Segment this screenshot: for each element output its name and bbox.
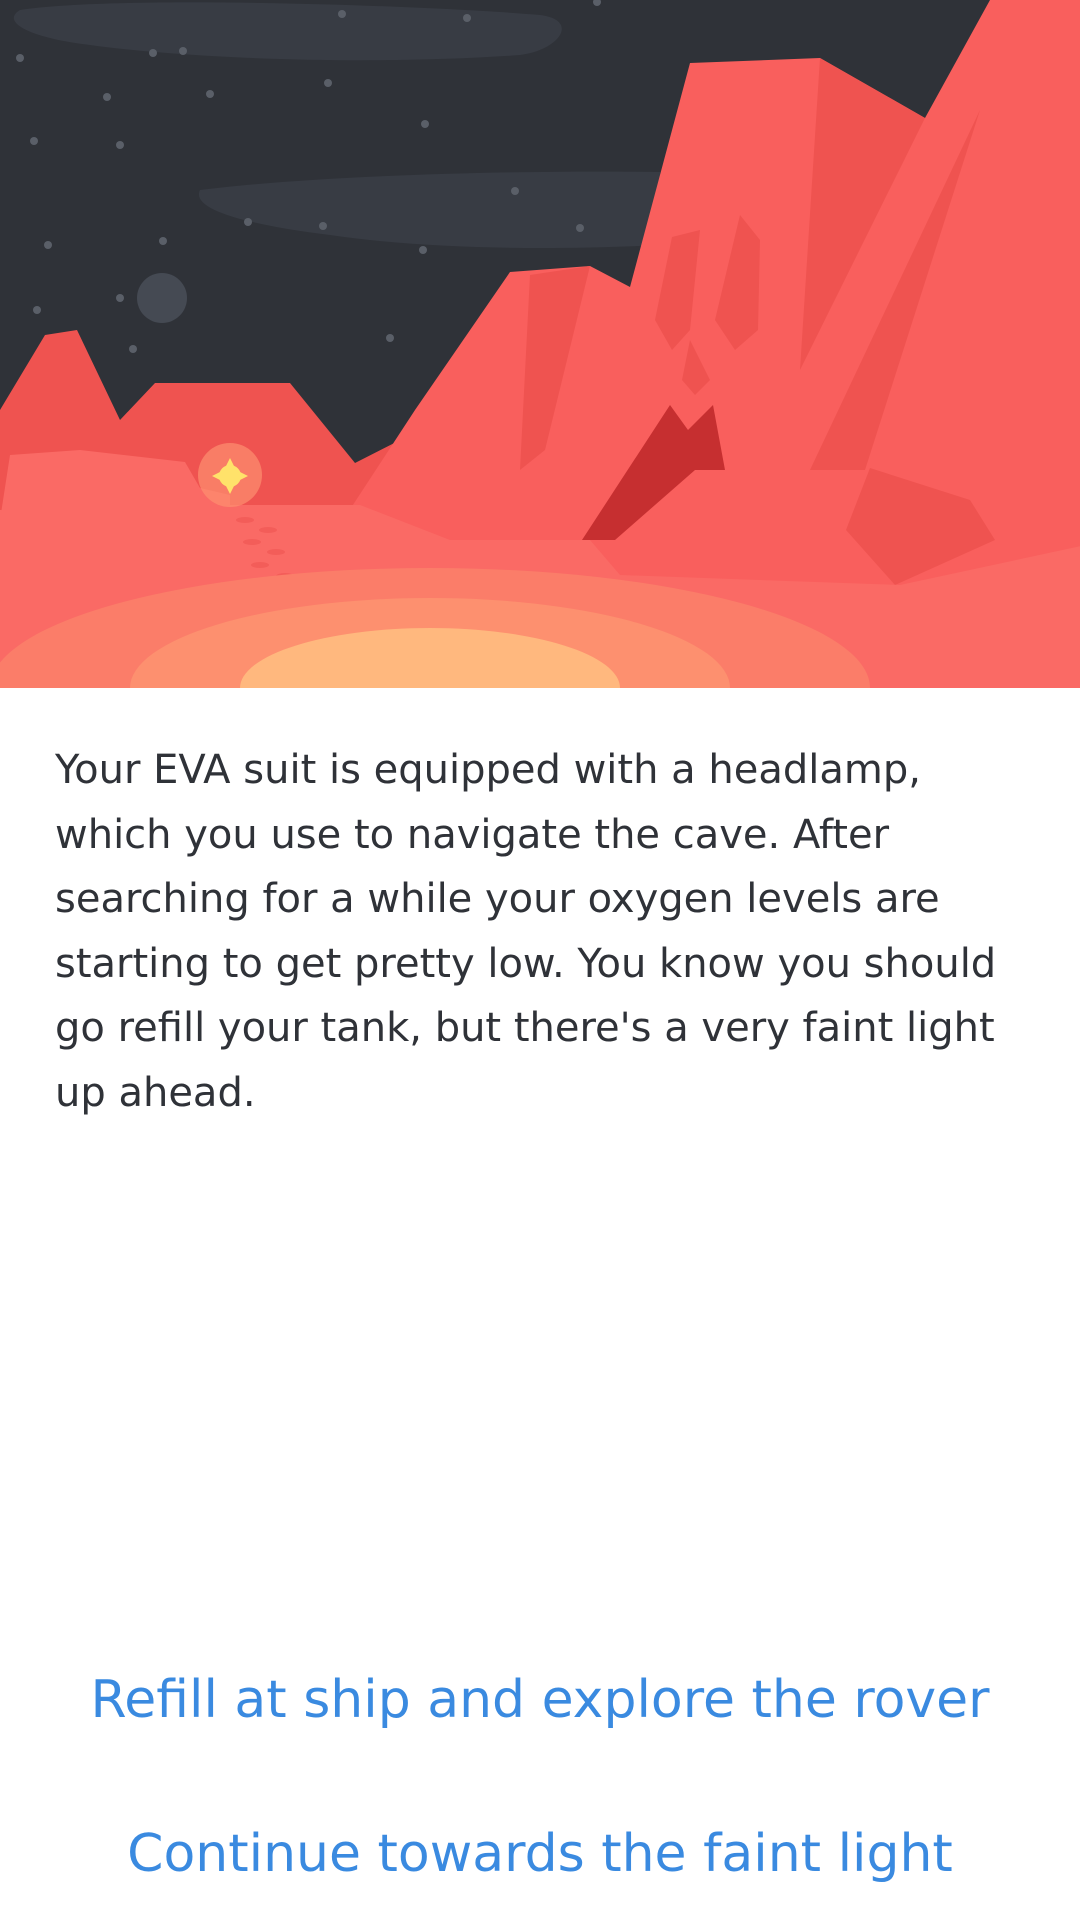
moon: [137, 273, 187, 323]
story-text: Your EVA suit is equipped with a headlam…: [55, 747, 997, 1116]
game-screen: Your EVA suit is equipped with a headlam…: [0, 0, 1080, 1920]
choice-continue-button[interactable]: Continue towards the faint light: [0, 1819, 1080, 1889]
mars-cave-illustration: [0, 0, 1080, 688]
choice-refill-button[interactable]: Refill at ship and explore the rover: [0, 1665, 1080, 1735]
setting-sun: [198, 443, 262, 507]
